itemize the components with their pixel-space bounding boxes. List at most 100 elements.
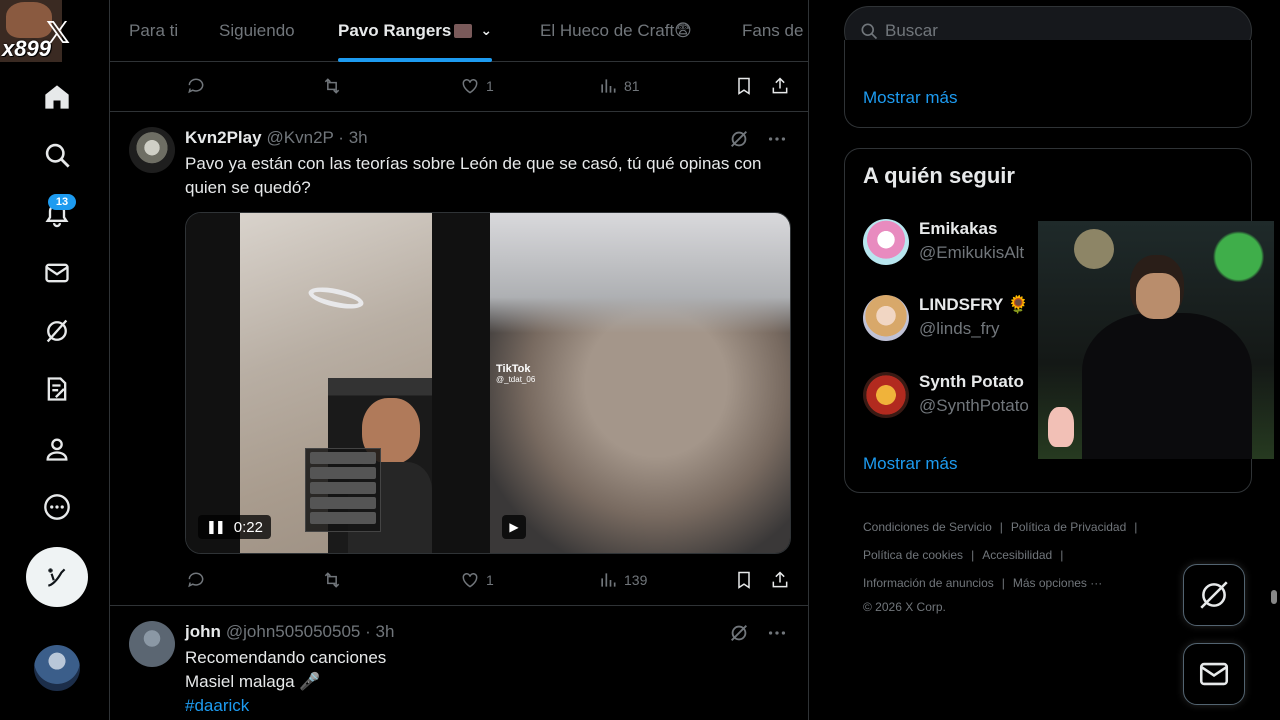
footer-copyright: © 2026 X Corp. <box>863 600 946 614</box>
repost-icon <box>324 572 340 588</box>
tab-label: El Hueco de Craft😨 <box>540 20 692 40</box>
share-button[interactable] <box>770 76 790 96</box>
tiktok-user: @_tdat_06 <box>496 375 536 384</box>
grok-icon[interactable] <box>38 312 76 350</box>
video-time: 0:22 <box>233 518 263 536</box>
context-menu-graphic <box>305 448 381 532</box>
footer-link[interactable]: Condiciones de Servicio <box>863 520 992 534</box>
play-icon[interactable]: ▶ <box>502 515 526 539</box>
video-right-pane: TikTok @_tdat_06 <box>490 213 790 553</box>
repost-button[interactable] <box>322 76 348 96</box>
webcam-person-face <box>1136 273 1180 319</box>
views-count: 139 <box>624 572 648 588</box>
post-tools <box>712 128 788 150</box>
like-button[interactable]: 1 <box>460 76 494 96</box>
reply-button[interactable] <box>186 76 212 96</box>
views-button[interactable]: 139 <box>598 570 647 590</box>
list-emoji-icon <box>454 23 473 38</box>
page-scrollbar[interactable] <box>1271 590 1277 604</box>
messages-float-button[interactable] <box>1183 643 1245 705</box>
hashtag-link[interactable]: #daarick <box>185 694 795 718</box>
more-options-icon[interactable] <box>766 622 788 644</box>
repost-icon <box>324 78 340 94</box>
trends-card: Mostrar más <box>844 40 1252 128</box>
grok-float-button[interactable] <box>1183 564 1245 626</box>
share-button[interactable] <box>770 570 790 590</box>
footer-link[interactable]: Accesibilidad <box>982 548 1052 562</box>
follow-name[interactable]: Synth Potato <box>919 372 1024 392</box>
post-media-video[interactable]: TikTok @_tdat_06 ❚❚ 0:22 ▶ <box>185 212 791 554</box>
follow-avatar[interactable] <box>863 372 909 418</box>
timeline: Para ti Siguiendo Pavo Rangers ⌄ El Huec… <box>109 0 809 720</box>
tab-label: Siguiendo <box>219 20 295 40</box>
post-author-name[interactable]: john <box>185 622 221 642</box>
follow-avatar[interactable] <box>863 295 909 341</box>
grok-icon[interactable] <box>728 622 750 644</box>
home-icon[interactable] <box>38 78 76 116</box>
video-time-badge[interactable]: ❚❚ 0:22 <box>198 515 271 539</box>
account-avatar[interactable] <box>34 645 80 691</box>
streamer-webcam-overlay <box>1038 221 1274 459</box>
footer-more-options[interactable]: Más opciones ··· <box>1013 576 1102 590</box>
tab-siguiendo[interactable]: Siguiendo <box>219 0 295 62</box>
more-icon[interactable] <box>38 488 76 526</box>
footer-link[interactable]: Política de cookies <box>863 548 963 562</box>
bookmark-button[interactable] <box>734 570 754 590</box>
post-avatar[interactable] <box>129 127 175 173</box>
search-icon[interactable] <box>38 136 76 174</box>
follow-name[interactable]: LINDSFRY 🌻 <box>919 295 1029 315</box>
post-author-handle[interactable]: @Kvn2P · 3h <box>267 128 368 148</box>
tab-pavo-rangers[interactable]: Pavo Rangers ⌄ <box>338 0 493 62</box>
views-icon <box>601 79 616 93</box>
tab-fans-de[interactable]: Fans de <box>742 0 803 62</box>
follow-name[interactable]: Emikakas <box>919 219 997 239</box>
post-text-line: Masiel malaga 🎤 <box>185 672 321 691</box>
profile-icon[interactable] <box>38 430 76 468</box>
share-icon <box>772 571 788 588</box>
like-count: 1 <box>486 572 494 588</box>
pause-icon[interactable]: ❚❚ <box>206 519 226 535</box>
footer-link[interactable]: Política de Privacidad <box>1011 520 1126 534</box>
mail-icon <box>1199 662 1229 686</box>
heart-icon <box>462 78 478 94</box>
footer-links-row: Información de anuncios | Más opciones ··· <box>863 576 1103 590</box>
post-author-name[interactable]: Kvn2Play <box>185 128 262 148</box>
follow-show-more-link[interactable]: Mostrar más <box>863 454 957 474</box>
post-avatar[interactable] <box>129 621 175 667</box>
post-author-handle[interactable]: @john505050505 · 3h <box>226 622 395 642</box>
webcam-person-body <box>1082 313 1252 459</box>
reply-button[interactable] <box>186 570 212 590</box>
post-divider <box>110 605 808 606</box>
video-left-pane <box>186 213 490 553</box>
post-text: Recomendando canciones Masiel malaga 🎤 #… <box>185 646 795 718</box>
bookmark-button[interactable] <box>734 76 754 96</box>
notes-icon[interactable] <box>38 370 76 408</box>
footer-links-row: Condiciones de Servicio | Política de Priv… <box>863 520 1138 534</box>
x-logo-icon[interactable]: 𝕏 <box>46 16 70 51</box>
heart-icon <box>462 572 478 588</box>
compose-button[interactable] <box>26 547 88 607</box>
tab-para-ti[interactable]: Para ti <box>129 0 178 62</box>
trends-show-more-link[interactable]: Mostrar más <box>863 88 957 108</box>
ring-graphic <box>306 283 366 313</box>
tiktok-watermark: TikTok @_tdat_06 <box>496 363 535 384</box>
views-button[interactable]: 81 <box>598 76 640 96</box>
tab-label: Para ti <box>129 20 179 40</box>
webcam-lamp <box>1074 229 1114 269</box>
footer-link[interactable]: Información de anuncios <box>863 576 994 590</box>
grok-icon[interactable] <box>728 128 750 150</box>
repost-button[interactable] <box>322 570 348 590</box>
post-text-line: Recomendando canciones <box>185 648 387 667</box>
like-button[interactable]: 1 <box>460 570 494 590</box>
share-icon <box>772 77 788 94</box>
mail-icon[interactable] <box>38 254 76 292</box>
follow-avatar[interactable] <box>863 219 909 265</box>
tab-el-hueco-de-craft[interactable]: El Hueco de Craft😨 <box>540 0 692 62</box>
active-tab-indicator <box>338 57 493 62</box>
search-placeholder: Buscar <box>885 21 938 40</box>
hair-graphic <box>490 213 790 333</box>
post-header: Kvn2Play @Kvn2P · 3h <box>185 128 368 148</box>
more-options-icon[interactable] <box>766 128 788 150</box>
reply-icon <box>188 572 204 588</box>
chevron-down-icon[interactable]: ⌄ <box>480 22 492 39</box>
